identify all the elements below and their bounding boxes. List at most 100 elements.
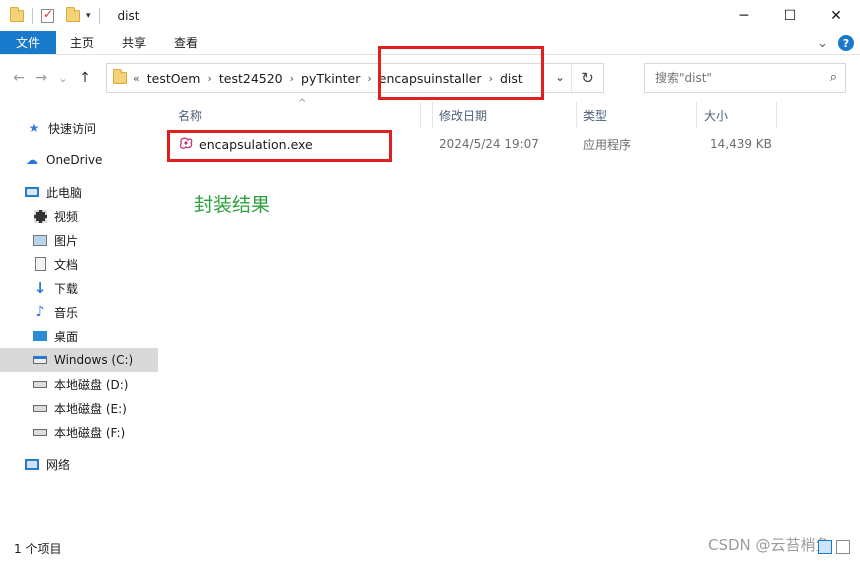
- picture-icon: [32, 233, 48, 247]
- minimize-button[interactable]: ─: [721, 0, 767, 31]
- sidebar-item-drive-e[interactable]: 本地磁盘 (E:): [0, 396, 158, 420]
- quick-access-toolbar: ▾: [10, 6, 108, 24]
- sidebar-item-label: 本地磁盘 (F:): [54, 425, 126, 440]
- help-icon[interactable]: ?: [838, 35, 854, 51]
- file-name[interactable]: encapsulation.exe: [199, 132, 313, 156]
- star-icon: ★: [28, 121, 40, 135]
- result-annotation: 封装结果: [194, 194, 271, 216]
- sidebar-item-music[interactable]: ♪ 音乐: [0, 300, 158, 324]
- sidebar-item-quick-access[interactable]: ★ 快速访问: [0, 116, 158, 140]
- recent-locations-button[interactable]: ⌄: [52, 72, 74, 85]
- chevron-right-icon[interactable]: ›: [205, 72, 213, 85]
- tab-file[interactable]: 文件: [0, 31, 56, 54]
- column-divider[interactable]: [696, 102, 697, 128]
- tab-view[interactable]: 查看: [160, 31, 212, 54]
- new-folder-icon[interactable]: [66, 6, 80, 22]
- breadcrumb-dist[interactable]: dist: [495, 71, 528, 86]
- table-row[interactable]: encapsulation.exe 2024/5/24 19:07 应用程序 1…: [160, 132, 860, 156]
- sidebar-item-drive-f[interactable]: 本地磁盘 (F:): [0, 420, 158, 444]
- file-modified: 2024/5/24 19:07: [439, 137, 539, 151]
- sidebar-item-drive-d[interactable]: 本地磁盘 (D:): [0, 372, 158, 396]
- column-divider[interactable]: [776, 102, 777, 128]
- status-item-count: 1 个项目: [14, 542, 62, 556]
- sidebar-item-this-pc[interactable]: 此电脑: [0, 180, 158, 204]
- title-bar: ▾ dist ─ ☐ ✕: [0, 0, 860, 31]
- windows-drive-icon: [32, 353, 48, 367]
- breadcrumb-encapsuinstaller[interactable]: encapsuinstaller: [374, 71, 487, 86]
- sidebar-item-label: 快速访问: [48, 121, 97, 136]
- close-button[interactable]: ✕: [813, 0, 859, 31]
- sidebar-item-label: 图片: [54, 233, 79, 248]
- column-divider[interactable]: [432, 102, 433, 128]
- sidebar-item-drive-c[interactable]: Windows (C:): [0, 348, 158, 372]
- sidebar-item-label: 文档: [54, 257, 79, 272]
- sidebar-item-videos[interactable]: 视频: [0, 204, 158, 228]
- sidebar-item-pictures[interactable]: 图片: [0, 228, 158, 252]
- column-divider[interactable]: [576, 102, 577, 128]
- column-header-modified[interactable]: 修改日期: [439, 100, 487, 130]
- large-icons-view-icon[interactable]: [836, 540, 850, 554]
- search-icon[interactable]: ⌕: [830, 70, 837, 85]
- sidebar-item-downloads[interactable]: ↓ 下载: [0, 276, 158, 300]
- view-switcher: [818, 540, 850, 554]
- forward-button[interactable]: →: [30, 70, 52, 86]
- sidebar-item-label: 下载: [54, 281, 79, 296]
- file-type: 应用程序: [583, 137, 632, 152]
- sidebar-item-network[interactable]: 网络: [0, 452, 158, 476]
- breadcrumb-pytkinter[interactable]: pyTkinter: [296, 71, 365, 86]
- back-button[interactable]: ←: [8, 70, 30, 86]
- chevron-right-icon[interactable]: ›: [288, 72, 296, 85]
- sidebar-item-label: OneDrive: [46, 153, 103, 167]
- expand-ribbon-icon[interactable]: ⌄: [817, 36, 828, 51]
- drive-icon: [32, 401, 48, 415]
- chevron-right-icon[interactable]: ›: [365, 72, 373, 85]
- sidebar-item-label: 此电脑: [46, 185, 83, 200]
- toolbar-divider: [32, 7, 33, 24]
- chevron-right-icon[interactable]: ›: [487, 72, 495, 85]
- address-bar[interactable]: « testOem › test24520 › pyTkinter › enca…: [106, 63, 604, 93]
- network-icon: [24, 457, 40, 471]
- address-row: ← → ⌄ ↑ « testOem › test24520 › pyTkinte…: [0, 56, 860, 100]
- cloud-icon: ☁: [26, 153, 38, 167]
- column-header-name[interactable]: 名称: [178, 100, 202, 130]
- details-view-icon[interactable]: [818, 540, 832, 554]
- up-button[interactable]: ↑: [74, 70, 96, 86]
- maximize-button[interactable]: ☐: [767, 0, 813, 31]
- column-header-size[interactable]: 大小: [704, 100, 728, 130]
- folder-icon: [113, 69, 127, 84]
- search-input[interactable]: [655, 71, 815, 85]
- computer-icon: [24, 185, 40, 199]
- column-header-type[interactable]: 类型: [583, 100, 607, 130]
- drive-icon: [32, 377, 48, 391]
- toolbar-divider: [98, 7, 100, 24]
- desktop-icon: [32, 329, 48, 343]
- ribbon-tabs: 文件 主页 共享 查看 ⌄ ?: [0, 31, 860, 55]
- overflow-chevron[interactable]: «: [131, 72, 142, 85]
- sidebar-item-desktop[interactable]: 桌面: [0, 324, 158, 348]
- customize-toolbar-icon[interactable]: ▾: [86, 11, 91, 21]
- sidebar-item-onedrive[interactable]: ☁ OneDrive: [0, 148, 158, 172]
- sidebar-item-label: 网络: [46, 457, 71, 472]
- folder-icon[interactable]: [10, 6, 24, 22]
- sidebar-item-label: 音乐: [54, 305, 79, 320]
- sidebar-item-documents[interactable]: 文档: [0, 252, 158, 276]
- ribbon-controls: ⌄ ?: [817, 35, 854, 51]
- drive-icon: [32, 425, 48, 439]
- sidebar-item-label: Windows (C:): [54, 353, 134, 367]
- refresh-button[interactable]: ↻: [571, 64, 603, 92]
- properties-icon[interactable]: [41, 7, 54, 23]
- music-icon: ♪: [35, 304, 45, 320]
- window-title: dist: [117, 8, 140, 23]
- tab-share[interactable]: 共享: [108, 31, 160, 54]
- exe-icon: [178, 132, 194, 156]
- watermark: CSDN @云苔梢鱼: [708, 536, 831, 554]
- tab-home[interactable]: 主页: [56, 31, 108, 54]
- breadcrumb-test24520[interactable]: test24520: [214, 71, 288, 86]
- file-size: 14,439 KB: [710, 137, 772, 151]
- document-icon: [32, 257, 48, 271]
- column-divider[interactable]: [420, 102, 421, 128]
- search-box[interactable]: ⌕: [644, 63, 846, 93]
- breadcrumb-testoem[interactable]: testOem: [142, 71, 206, 86]
- address-dropdown-icon[interactable]: ⌄: [555, 70, 565, 84]
- sidebar-item-label: 桌面: [54, 329, 79, 344]
